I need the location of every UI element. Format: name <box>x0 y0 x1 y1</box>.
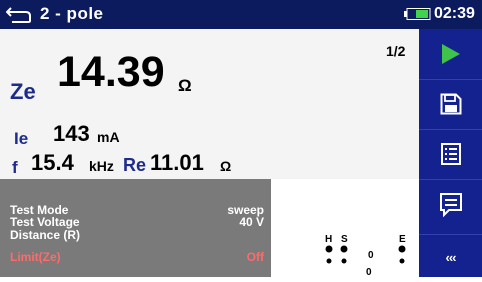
h-terminal-dot <box>325 245 333 253</box>
e-terminal-label: E <box>399 234 406 245</box>
comment-button[interactable] <box>425 184 476 225</box>
limit-label: Limit(Ze) <box>10 250 61 264</box>
sidebar-divider <box>419 129 482 130</box>
more-options-button[interactable]: ‹‹‹ <box>419 239 482 277</box>
start-test-button[interactable] <box>425 33 476 74</box>
ie-unit: mA <box>97 129 120 145</box>
save-icon <box>440 93 461 114</box>
e-terminal-dot <box>398 245 406 253</box>
page-title: 2 - pole <box>40 4 104 23</box>
re-label: Re <box>123 155 147 175</box>
limit-value: Off <box>246 250 264 264</box>
battery-icon <box>404 8 431 20</box>
list-icon <box>440 142 461 165</box>
ze-label: Ze <box>10 79 36 104</box>
sidebar-divider <box>419 234 482 235</box>
return-arrow-icon[interactable] <box>6 4 32 24</box>
header-bar: 2 - pole 02:39 <box>0 0 482 29</box>
f-label: f <box>12 158 18 177</box>
save-button[interactable] <box>425 83 476 124</box>
ie-value: 143 <box>53 121 90 146</box>
settings-panel: Test Mode sweep Test Voltage 40 V Distan… <box>0 179 271 277</box>
s-terminal-label: S <box>341 234 348 245</box>
ie-label: Ie <box>14 129 29 148</box>
play-icon <box>441 43 460 64</box>
e-terminal-dot-lower <box>399 258 405 264</box>
h-terminal-dot-lower <box>326 258 332 264</box>
s-terminal-dot-lower <box>341 258 347 264</box>
distance-label: Distance (R) <box>10 228 81 242</box>
s-terminal-dot <box>340 245 348 253</box>
re-unit: Ω <box>220 158 232 174</box>
comment-icon <box>439 192 462 217</box>
connection-diagram: H S E 0 0 <box>271 179 419 278</box>
list-button[interactable] <box>425 133 476 174</box>
sidebar-divider <box>419 179 482 180</box>
h-terminal-label: H <box>325 234 332 245</box>
test-voltage-value: 40 V <box>239 215 264 229</box>
terminal-diagram-icon: H S E 0 0 <box>325 234 406 278</box>
ze-unit: Ω <box>178 76 192 95</box>
f-value: 15.4 <box>31 150 74 175</box>
re-value: 11.01 <box>150 150 204 175</box>
page-indicator: 1/2 <box>386 43 406 59</box>
ze-value: 14.39 <box>57 48 165 96</box>
action-sidebar: ‹‹‹ <box>419 29 482 277</box>
test-voltage-label: Test Voltage <box>10 215 80 229</box>
zero-reading-2: 0 <box>366 267 372 277</box>
f-unit: kHz <box>89 158 114 174</box>
zero-reading-1: 0 <box>368 250 374 261</box>
sidebar-divider <box>419 79 482 80</box>
clock: 02:39 <box>434 5 475 22</box>
